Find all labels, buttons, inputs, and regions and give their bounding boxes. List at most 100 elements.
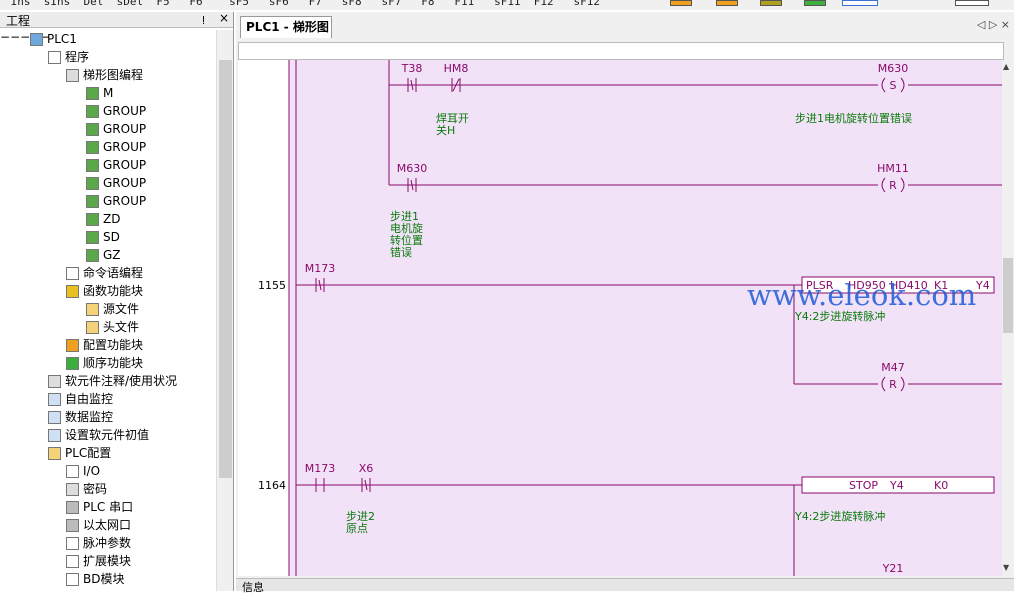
tree-item-label: 梯形图编程 [83,68,144,82]
tree-item[interactable]: 数据监控 [48,408,113,426]
pin-icon[interactable]: ᴉ [202,12,205,25]
tree-item[interactable]: SD [86,228,120,246]
scroll-down-icon[interactable]: ▼ [1003,563,1009,572]
contact-label: M173 [305,462,336,475]
toolbar-button-1[interactable] [670,0,692,6]
pulse-icon [66,537,79,550]
data-monitor-icon [48,411,61,424]
tree-item-label: PLC配置 [65,446,112,460]
tree-item-label: 源文件 [103,302,140,316]
tree-item-label: 软元件注释/使用状况 [65,374,178,388]
tree-item[interactable]: 脉冲参数 [66,534,131,552]
function-block-icon [66,285,79,298]
instruction-operand: K0 [934,479,948,492]
ladder-diagram[interactable]: T38 HM8SM630焊耳开关H步进1电机旋转位置错误M630RHM11步进1电… [238,60,1002,576]
tree-item-label: GZ [103,248,121,262]
tree-item[interactable]: BD模块 [66,570,124,588]
tree-item[interactable]: 函数功能块 [66,282,143,300]
tree-item[interactable]: GROUP [86,138,146,156]
coil-name: M47 [881,361,905,374]
tab-navigation[interactable]: ◁ ▷ × [977,18,1010,31]
block-icon [86,177,99,190]
tree-item-label: 扩展模块 [83,554,132,568]
serial-icon [66,501,79,514]
tree-item-label: 密码 [83,482,108,496]
tree-item[interactable]: I/O [66,462,100,480]
close-icon[interactable]: × [219,11,229,25]
tree-item[interactable]: 密码 [66,480,107,498]
contact-label: T38 [401,62,423,75]
toolbar-button-4[interactable] [804,0,826,6]
tree-item[interactable]: 源文件 [86,300,139,318]
tree-item[interactable]: 程序 [48,48,89,66]
document-icon [48,51,61,64]
tree-item[interactable]: ZD [86,210,120,228]
tree-item[interactable]: PLC 串口 [66,498,133,516]
block-icon [86,213,99,226]
tree-item[interactable]: GROUP [86,120,146,138]
toolbar-button-3[interactable] [760,0,782,6]
editor-scroll-thumb[interactable] [1003,258,1013,333]
comment-stop: Y4:2步进旋转脉冲 [794,509,885,523]
info-panel-label: 信息 [242,581,264,594]
project-tree: PLC1 − 程序 − 梯形图编程 − M GROUP GROUP GROUP GROUP GROUP… [0,30,216,591]
tree-expander-icon[interactable]: − [20,30,30,44]
tree-item-label: 头文件 [103,320,140,334]
tree-item[interactable]: 头文件 [86,318,139,336]
contact-label: M630 [397,162,428,175]
block-icon [86,105,99,118]
comment-hm8: 焊耳开 [436,111,469,125]
tree-item[interactable]: M [86,84,113,102]
coil-op: R [889,179,897,192]
tab-plc1-ladder[interactable]: PLC1 - 梯形图 [240,16,332,38]
comment-m630-contact: 电机旋 [390,221,423,235]
tree-item[interactable]: 梯形图编程 [66,66,143,84]
block-icon [86,159,99,172]
tree-item[interactable]: 顺序功能块 [66,354,143,372]
coil-op: S [890,79,897,92]
tree-item[interactable]: 自由监控 [48,390,113,408]
coil-name: HM11 [877,162,909,175]
tree-item-label: 配置功能块 [83,338,144,352]
tree-item[interactable]: 以太网口 [66,516,131,534]
tree-item[interactable]: GROUP [86,174,146,192]
toolbar-button-2[interactable] [716,0,738,6]
toolbar-button-5[interactable] [842,0,878,6]
tree-item-label: GROUP [103,158,147,172]
tree-item[interactable]: PLC1 [30,30,77,48]
comment-x6: 原点 [346,522,368,535]
tree-expander-icon[interactable]: − [0,30,10,44]
tree-expander-icon[interactable]: − [10,30,20,44]
config-block-icon [66,339,79,352]
folder-icon [86,321,99,334]
scroll-up-icon[interactable]: ▲ [1003,62,1009,71]
tree-item[interactable]: 设置软元件初值 [48,426,149,444]
editor-vertical-scrollbar[interactable]: ▲ ▼ [1002,60,1014,576]
info-panel-header: 信息 [236,578,1014,594]
tree-item[interactable]: GZ [86,246,121,264]
tree-item-label: GROUP [103,194,147,208]
block-icon [86,249,99,262]
tree-item[interactable]: 命令语编程 [66,264,143,282]
project-tree-scroll-thumb[interactable] [219,60,232,478]
ladder-editor[interactable]: T38 HM8 S M630 焊耳开 关H 步进1电机旋转位置错误 M630 R HM11 步进1 电… [238,60,1002,576]
tree-item[interactable]: PLC配置 [48,444,111,462]
comment-m630-coil: 步进1电机旋转位置错误 [795,111,912,125]
tree-item-label: 程序 [65,50,90,64]
instruction-operand: Y4 [889,479,904,492]
tree-item[interactable]: GROUP [86,156,146,174]
tree-item[interactable]: GROUP [86,102,146,120]
block-icon [86,195,99,208]
project-tree-scrollbar[interactable] [216,30,233,591]
rung-number-1164: 1164 [258,479,286,492]
tree-item[interactable]: GROUP [86,192,146,210]
tree-item-label: GROUP [103,140,147,154]
tree-item[interactable]: 配置功能块 [66,336,143,354]
plc-icon [30,33,43,46]
function-key-labels: Ins sIns Del sDel F5 F6 sF5 sF6 F7 sF8 s… [4,0,601,8]
tree-item-label: 自由监控 [65,392,114,406]
toolbar-button-6[interactable] [955,0,989,6]
block-icon [86,87,99,100]
tree-item[interactable]: 扩展模块 [66,552,131,570]
tree-item[interactable]: 软元件注释/使用状况 [48,372,177,390]
